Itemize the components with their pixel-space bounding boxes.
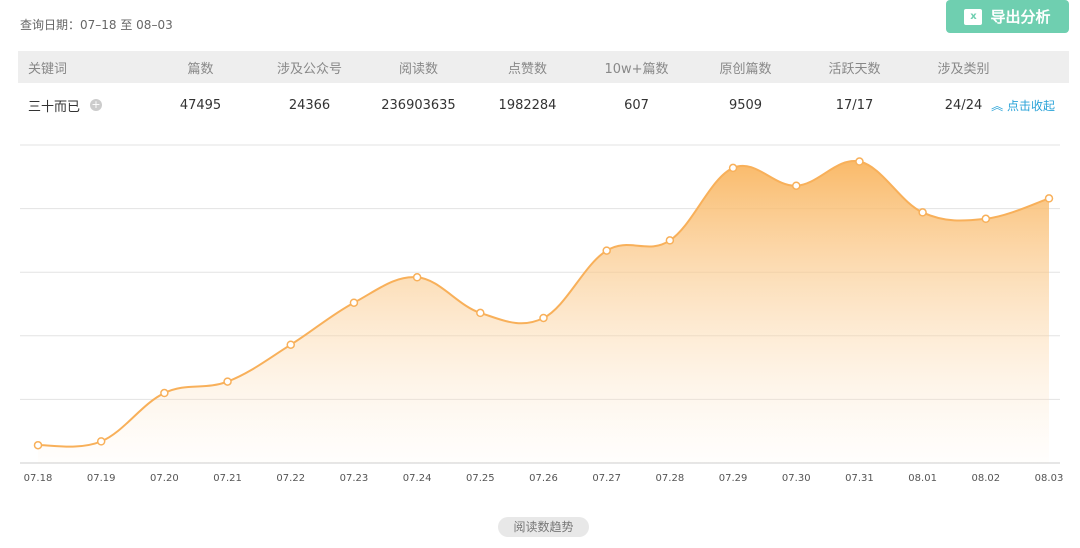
x-tick-label: 07.19 — [87, 473, 116, 484]
cell-accounts: 24366 — [288, 97, 331, 113]
cell-active-days: 17/17 — [835, 97, 874, 113]
data-point — [918, 208, 927, 217]
x-tick-label: 08.02 — [971, 473, 1000, 484]
cell-articles: 47495 — [179, 97, 222, 113]
data-point — [539, 313, 548, 323]
export-label: 导出分析 — [990, 8, 1051, 26]
data-point — [160, 388, 169, 398]
data-point — [792, 181, 801, 190]
x-tick-label: 07.27 — [592, 473, 621, 484]
cell-original: 9509 — [728, 97, 763, 113]
x-tick-label: 07.31 — [845, 473, 874, 484]
x-tick-label: 07.26 — [529, 473, 558, 484]
reads-trend-chart: 07.18 07.19 07.20 07.21 07.22 07.23 07.24 07.25… — [20, 144, 1064, 484]
x-tick-label: 07.22 — [276, 473, 305, 484]
data-point — [349, 298, 359, 307]
header-keyword: 关键词 — [28, 61, 68, 77]
query-date: 查询日期：07–18 至 08–03 — [20, 18, 173, 32]
data-point — [728, 163, 738, 173]
x-tick-label: 07.24 — [403, 473, 432, 484]
x-tick-label: 07.25 — [466, 473, 495, 484]
export-analysis-button[interactable]: x 导出分析 — [946, 0, 1069, 33]
header-10w: 10w+篇数 — [604, 61, 669, 77]
excel-icon: x — [964, 8, 983, 25]
data-point — [665, 236, 675, 245]
x-tick-label: 07.21 — [213, 473, 242, 484]
x-tick-label: 07.20 — [150, 473, 179, 484]
x-tick-label: 07.28 — [656, 473, 685, 484]
header-original: 原创篇数 — [719, 61, 772, 77]
data-point — [286, 340, 295, 349]
data-point — [96, 437, 106, 446]
cell-likes: 1982284 — [498, 97, 557, 113]
cell-keyword: 三十而已 + — [18, 96, 146, 115]
x-tick-label: 07.30 — [782, 473, 811, 484]
table-row: 三十而已 + 47495 24366 236903635 1982284 607… — [18, 89, 1069, 121]
keyword-text: 三十而已 — [28, 99, 81, 115]
header-active-days: 活跃天数 — [828, 61, 881, 77]
x-tick-label: 07.18 — [24, 473, 53, 484]
x-tick-label: 07.23 — [340, 473, 369, 484]
data-point — [412, 273, 422, 282]
data-point — [602, 246, 611, 255]
data-point — [33, 440, 43, 450]
collapse-button[interactable]: ︽ 点击收起 — [991, 97, 1055, 114]
plus-circle-icon[interactable]: + — [90, 99, 103, 111]
header-accounts: 涉及公众号 — [276, 61, 342, 77]
header-categories: 涉及类别 — [937, 61, 990, 77]
table-header: 关键词 篇数 涉及公众号 阅读数 点赞数 10w+篇数 原创篇数 活跃天数 涉及… — [18, 51, 1069, 83]
area-fill — [38, 160, 1049, 463]
chevron-double-up-icon: ︽ — [991, 98, 1004, 113]
data-point — [1044, 194, 1054, 203]
data-point — [981, 214, 991, 224]
data-point — [476, 308, 485, 318]
collapse-label: 点击收起 — [1006, 98, 1055, 113]
header-articles: 篇数 — [187, 61, 214, 77]
data-point — [855, 157, 864, 166]
header-reads: 阅读数 — [398, 61, 438, 77]
legend-reads-trend[interactable]: 阅读数趋势 — [498, 517, 589, 537]
x-tick-label: 07.29 — [719, 473, 748, 484]
x-tick-label: 08.01 — [908, 473, 937, 484]
cell-10w: 607 — [624, 97, 649, 113]
x-tick-label: 08.03 — [1035, 473, 1064, 484]
cell-reads: 236903635 — [381, 97, 456, 113]
header-likes: 点赞数 — [507, 61, 547, 77]
data-point — [223, 377, 232, 386]
